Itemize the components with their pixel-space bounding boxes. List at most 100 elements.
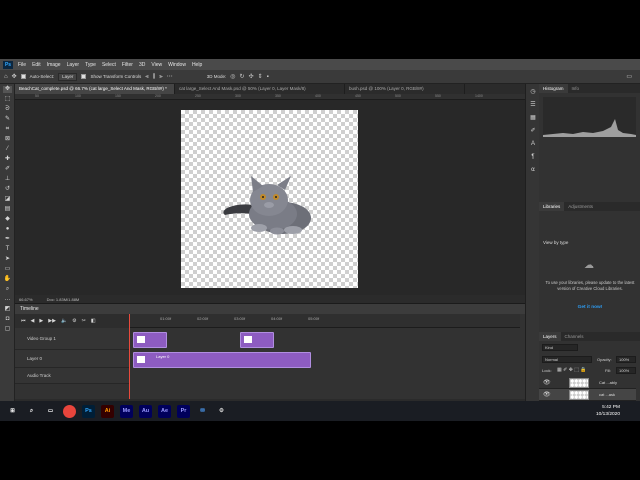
audio-icon[interactable]: 🔈 — [61, 318, 67, 324]
blend-mode-dropdown[interactable]: Normal — [542, 356, 592, 363]
layer-clip[interactable]: Layer 0 — [133, 352, 311, 368]
menu-layer[interactable]: Layer — [64, 62, 83, 68]
more-tools-icon[interactable]: … — [3, 296, 12, 303]
align-center-icon[interactable]: ⫼ — [153, 74, 156, 80]
auto-select-dropdown[interactable]: Layer — [58, 72, 78, 81]
transition-icon[interactable]: ◧ — [91, 318, 96, 324]
scale-3d-icon[interactable]: ▪ — [267, 74, 269, 80]
clone-stamp-tool-icon[interactable]: ⊥ — [3, 176, 12, 183]
layer-row-selected[interactable]: 👁 cat ...ask — [539, 389, 636, 401]
document-canvas[interactable] — [181, 110, 358, 288]
next-frame-icon[interactable]: ▶▶ — [48, 318, 56, 324]
history-brush-tool-icon[interactable]: ↺ — [3, 186, 12, 193]
split-icon[interactable]: ✂ — [82, 318, 86, 324]
align-left-icon[interactable]: ⫷ — [145, 74, 148, 80]
photoshop-taskbar-icon[interactable]: Ps — [82, 404, 95, 418]
path-select-tool-icon[interactable]: ➤ — [3, 256, 12, 263]
get-it-now-link[interactable]: Get it now! — [545, 305, 635, 310]
tab-adjustments[interactable]: Adjustments — [564, 202, 597, 211]
properties-icon[interactable]: ☰ — [529, 101, 537, 109]
orbit-3d-icon[interactable]: ◎ — [230, 74, 235, 80]
menu-view[interactable]: View — [148, 62, 165, 68]
roll-3d-icon[interactable]: ↻ — [240, 74, 245, 80]
tab-bush[interactable]: bush.psd @ 100% (Layer 0, RGB/8#) — [345, 84, 465, 94]
quick-mask-icon[interactable]: ◘ — [3, 316, 12, 323]
tab-cat-large[interactable]: cat large_Select And Mask.psd @ 50% (Lay… — [175, 84, 345, 94]
search-icon[interactable]: ⌕ — [25, 405, 38, 418]
home-icon[interactable]: ⌂ — [4, 74, 8, 80]
history-icon[interactable]: ◷ — [529, 88, 537, 96]
type-tool-icon[interactable]: T — [3, 246, 12, 253]
lock-icons[interactable]: ▦ ✐ ✥ ⬚ 🔒 — [557, 367, 587, 373]
menu-edit[interactable]: Edit — [29, 62, 44, 68]
zoom-tool-icon[interactable]: ⌕ — [3, 286, 12, 293]
align-right-icon[interactable]: ⫸ — [159, 74, 162, 80]
eraser-tool-icon[interactable]: ◪ — [3, 196, 12, 203]
lasso-tool-icon[interactable]: ᘐ — [3, 106, 12, 113]
brushes-icon[interactable]: ✐ — [529, 127, 537, 135]
fill-field[interactable]: 100% — [616, 367, 636, 374]
marquee-tool-icon[interactable]: ⬚ — [3, 96, 12, 103]
playhead[interactable] — [129, 314, 130, 400]
crop-tool-icon[interactable]: ⌗ — [3, 126, 12, 133]
paragraph-icon[interactable]: ¶ — [529, 153, 537, 161]
opacity-field[interactable]: 100% — [616, 356, 636, 363]
audition-taskbar-icon[interactable]: Au — [139, 404, 152, 418]
first-frame-icon[interactable]: ⏮ — [21, 318, 26, 324]
illustrator-taskbar-icon[interactable]: Ai — [101, 404, 114, 418]
dodge-tool-icon[interactable]: ● — [3, 226, 12, 233]
tab-histogram[interactable]: Histogram — [539, 84, 568, 93]
menu-file[interactable]: File — [15, 62, 29, 68]
layer-filter-kind[interactable]: Kind — [542, 344, 578, 351]
track-layer-0[interactable]: Layer 0 — [15, 350, 130, 368]
view-by-dropdown[interactable]: View by type — [543, 240, 568, 245]
frame-tool-icon[interactable]: ⊠ — [3, 136, 12, 143]
system-clock[interactable]: 5:42 PM 10/13/2020 — [596, 404, 620, 418]
settings-icon[interactable]: ⚙ — [215, 405, 228, 418]
color-swatches-icon[interactable]: ◩ — [3, 306, 12, 313]
character-icon[interactable]: A — [529, 140, 537, 148]
glyphs-icon[interactable]: ⍺ — [529, 166, 537, 174]
media-encoder-taskbar-icon[interactable]: Me — [120, 404, 133, 418]
eyedropper-tool-icon[interactable]: ⁄ — [3, 146, 12, 153]
after-effects-taskbar-icon[interactable]: Ae — [158, 404, 171, 418]
menu-window[interactable]: Window — [165, 62, 189, 68]
menu-3d[interactable]: 3D — [136, 62, 148, 68]
shape-tool-icon[interactable]: ▭ — [3, 266, 12, 273]
workspace-icon[interactable]: ▭ — [626, 74, 632, 80]
tab-beachcat[interactable]: BeachCat_complete.psd @ 66.7% (cat large… — [15, 84, 175, 94]
hand-tool-icon[interactable]: ✋ — [3, 276, 12, 283]
brush-tool-icon[interactable]: ✐ — [3, 166, 12, 173]
tab-channels[interactable]: Channels — [561, 332, 588, 341]
pen-tool-icon[interactable]: ✒ — [3, 236, 12, 243]
gradient-tool-icon[interactable]: ▤ — [3, 206, 12, 213]
task-view-icon[interactable]: ▭ — [44, 405, 57, 418]
menu-image[interactable]: Image — [44, 62, 64, 68]
video-clip[interactable] — [133, 332, 167, 348]
video-clip[interactable] — [240, 332, 274, 348]
menu-select[interactable]: Select — [99, 62, 119, 68]
layer-row[interactable]: 👁 Cat ...ably — [539, 377, 636, 389]
eye-icon[interactable]: 👁 — [543, 391, 551, 398]
premiere-taskbar-icon[interactable]: Pr — [177, 404, 190, 418]
track-audio[interactable]: Audio Track — [15, 368, 130, 384]
menu-filter[interactable]: Filter — [119, 62, 136, 68]
windows-start-icon[interactable]: ⊞ — [6, 405, 19, 418]
chrome-icon[interactable] — [63, 404, 76, 418]
track-video-group[interactable]: Video Group 1 — [15, 328, 130, 350]
screen-mode-icon[interactable]: ▢ — [3, 326, 12, 333]
swatches-icon[interactable]: ▦ — [529, 114, 537, 122]
mail-icon[interactable]: ✉ — [196, 405, 209, 418]
timeline-ruler[interactable]: 01:00f 02:00f 03:00f 04:00f 05:00f — [130, 314, 520, 328]
slide-3d-icon[interactable]: ⇕ — [258, 74, 263, 80]
move-tool-icon[interactable]: ✥ — [12, 74, 17, 80]
distribute-icon[interactable]: ⋯ — [167, 74, 173, 80]
show-transform-checkbox[interactable] — [81, 74, 87, 79]
auto-select-checkbox[interactable] — [20, 74, 26, 79]
tab-libraries[interactable]: Libraries — [539, 202, 565, 211]
tab-layers[interactable]: Layers — [539, 332, 561, 341]
menu-type[interactable]: Type — [82, 62, 99, 68]
settings-icon[interactable]: ⚙ — [72, 318, 76, 324]
tab-info[interactable]: Info — [568, 84, 584, 93]
prev-frame-icon[interactable]: ◀ — [31, 318, 35, 324]
